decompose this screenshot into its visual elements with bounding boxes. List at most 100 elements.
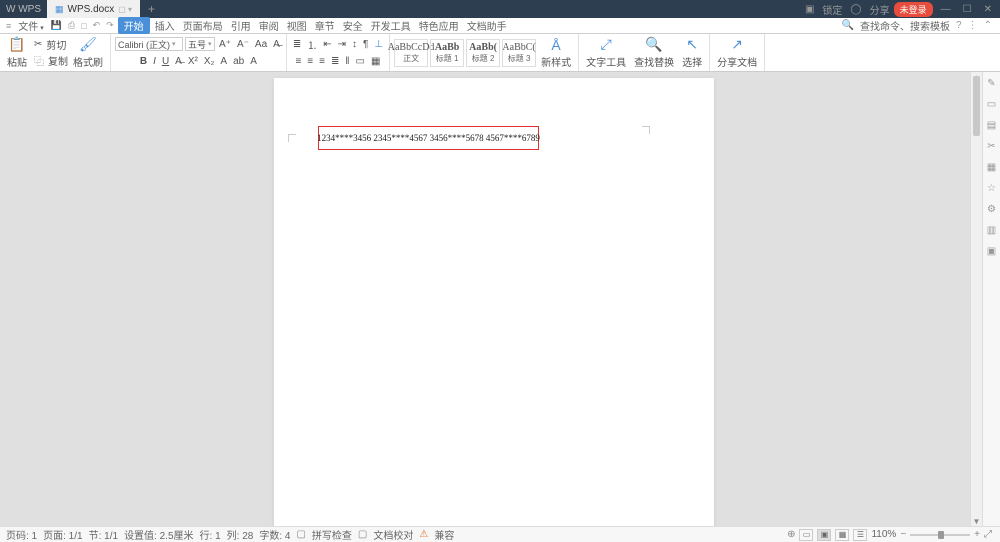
vertical-scrollbar[interactable]: ▲ ▼ [970, 72, 982, 526]
justify-icon[interactable]: ≣ [329, 56, 341, 67]
zoom-knob[interactable] [938, 531, 944, 539]
borders-icon[interactable]: ▦ [369, 56, 382, 67]
outdent-icon[interactable]: ⇤ [321, 39, 333, 50]
document-canvas[interactable]: 1234****3456 2345****4567 3456****5678 4… [0, 72, 970, 526]
strike-icon[interactable]: A̶ [173, 56, 184, 67]
menu-icon[interactable]: ≡ [4, 21, 13, 31]
tab-pagelayout[interactable]: 页面布局 [180, 18, 226, 33]
font-color-icon[interactable]: A [218, 56, 229, 67]
view-print-button[interactable]: ▣ [817, 529, 831, 541]
status-section[interactable]: 节: 1/1 [89, 527, 118, 542]
docproof-icon[interactable]: ▢ [358, 529, 367, 540]
texttool-button[interactable]: ⤢ 文字工具 [583, 36, 629, 69]
app-brand[interactable]: W WPS [0, 0, 47, 18]
status-col[interactable]: 列: 28 [227, 527, 254, 542]
zoom-slider[interactable] [910, 534, 970, 536]
select-button[interactable]: ↖ 选择 [679, 36, 705, 69]
zoom-in-icon[interactable]: + [974, 529, 980, 540]
redo-icon[interactable]: ↷ [104, 20, 116, 31]
char-shading-icon[interactable]: A [248, 56, 259, 67]
file-menu[interactable]: 文件 [15, 18, 46, 33]
view-page-button[interactable]: ▭ [799, 529, 813, 541]
underline-icon[interactable]: U [160, 56, 171, 67]
view-outline-button[interactable]: ☰ [853, 529, 867, 541]
numbering-icon[interactable]: ⒈ [305, 37, 319, 52]
panel-template-icon[interactable]: ▦ [987, 162, 996, 173]
status-line[interactable]: 行: 1 [200, 527, 221, 542]
format-painter-button[interactable]: 🖌 格式刷 [70, 36, 106, 69]
status-page-num[interactable]: 页码: 1 [6, 527, 37, 542]
undo-icon[interactable]: ↶ [91, 20, 103, 31]
spellcheck-icon[interactable]: ▢ [296, 529, 305, 540]
tab-home[interactable]: 开始 [118, 17, 150, 34]
cut-label[interactable]: 剪切 [46, 37, 66, 52]
indent-icon[interactable]: ⇥ [336, 39, 348, 50]
sort-icon[interactable]: ↕ [350, 39, 359, 50]
font-shrink-icon[interactable]: A⁻ [235, 39, 251, 50]
panel-grid-icon[interactable]: ▥ [987, 225, 996, 236]
tab-review[interactable]: 审阅 [256, 18, 282, 33]
tab-insert[interactable]: 插入 [152, 18, 178, 33]
print-icon[interactable]: ⎙ [66, 20, 77, 31]
subscript-icon[interactable]: X₂ [202, 56, 217, 67]
shading-icon[interactable]: ▭ [354, 56, 367, 67]
cut-icon[interactable]: ✂ [32, 39, 44, 50]
tab-dochelper[interactable]: 文档助手 [464, 18, 510, 33]
superscript-icon[interactable]: X² [186, 56, 200, 67]
panel-star-icon[interactable]: ☆ [987, 183, 996, 194]
font-grow-icon[interactable]: A⁺ [217, 39, 233, 50]
zoom-value[interactable]: 110% [871, 529, 896, 540]
status-position[interactable]: 设置值: 2.5厘米 [124, 527, 193, 542]
zoom-out-icon[interactable]: − [900, 529, 906, 540]
scroll-down-icon[interactable]: ▼ [971, 516, 982, 526]
document-tab[interactable]: ▦ WPS.docx ▢ ▾ [47, 0, 140, 18]
panel-select-icon[interactable]: ▭ [987, 99, 996, 110]
panel-gear-icon[interactable]: ⚙ [987, 204, 996, 215]
tabs-icon[interactable]: ⊥ [372, 39, 385, 50]
tab-feature[interactable]: 特色应用 [416, 18, 462, 33]
search-placeholder[interactable]: 查找命令、搜索模板 [860, 18, 950, 33]
align-left-icon[interactable]: ≡ [293, 56, 303, 67]
view-web-button[interactable]: ▦ [835, 529, 849, 541]
panel-props-icon[interactable]: ▤ [987, 120, 996, 131]
italic-icon[interactable]: I [151, 56, 158, 67]
style-h3[interactable]: AaBbC( 标题 3 [502, 39, 536, 67]
save-icon[interactable]: 💾 [49, 20, 64, 31]
status-docproof[interactable]: 文档校对 [373, 527, 413, 542]
tab-security[interactable]: 安全 [340, 18, 366, 33]
font-size-select[interactable]: 五号 [185, 37, 215, 51]
tab-devtools[interactable]: 开发工具 [368, 18, 414, 33]
tab-references[interactable]: 引用 [228, 18, 254, 33]
minimize-icon[interactable]: — [937, 4, 955, 15]
close-icon[interactable]: ✕ [980, 4, 996, 15]
copy-label[interactable]: 复制 [48, 53, 68, 68]
panel-folder-icon[interactable]: ▣ [987, 246, 996, 257]
login-button[interactable]: 未登录 [894, 2, 933, 17]
panel-edit-icon[interactable]: ✎ [987, 78, 995, 89]
status-chars[interactable]: 字数: 4 [259, 527, 290, 542]
bold-icon[interactable]: B [138, 56, 149, 67]
bullets-icon[interactable]: ≣ [291, 39, 303, 50]
align-center-icon[interactable]: ≡ [305, 56, 315, 67]
status-page-range[interactable]: 页面: 1/1 [43, 527, 82, 542]
align-right-icon[interactable]: ≡ [317, 56, 327, 67]
share-doc-button[interactable]: ↗ 分享文档 [714, 36, 760, 69]
style-h2[interactable]: AaBb( 标题 2 [466, 39, 500, 67]
share-icon[interactable]: ◯ [846, 4, 865, 15]
help-icon[interactable]: ? [956, 20, 962, 31]
clear-format-icon[interactable]: A̶ [271, 39, 282, 50]
status-compat[interactable]: 兼容 [434, 527, 454, 542]
linespacing-icon[interactable]: ‖ [343, 56, 351, 67]
expand-icon[interactable]: ⌃ [984, 20, 992, 31]
status-spellcheck[interactable]: 拼写检查 [312, 527, 352, 542]
panel-clip-icon[interactable]: ✂ [987, 141, 995, 152]
paste-button[interactable]: 📋 粘贴 [4, 36, 30, 69]
more-icon[interactable]: ⋮ [968, 20, 978, 31]
tab-dropdown-icon[interactable]: ▢ ▾ [118, 5, 132, 14]
maximize-icon[interactable]: ☐ [959, 4, 976, 15]
insert-mode-icon[interactable]: ⊕ [787, 529, 795, 540]
search-icon[interactable]: 🔍 [842, 20, 854, 31]
style-h1[interactable]: AaBb 标题 1 [430, 39, 464, 67]
style-normal[interactable]: AaBbCcDd 正文 [394, 39, 428, 67]
fullscreen-icon[interactable]: ⤢ [984, 529, 992, 540]
